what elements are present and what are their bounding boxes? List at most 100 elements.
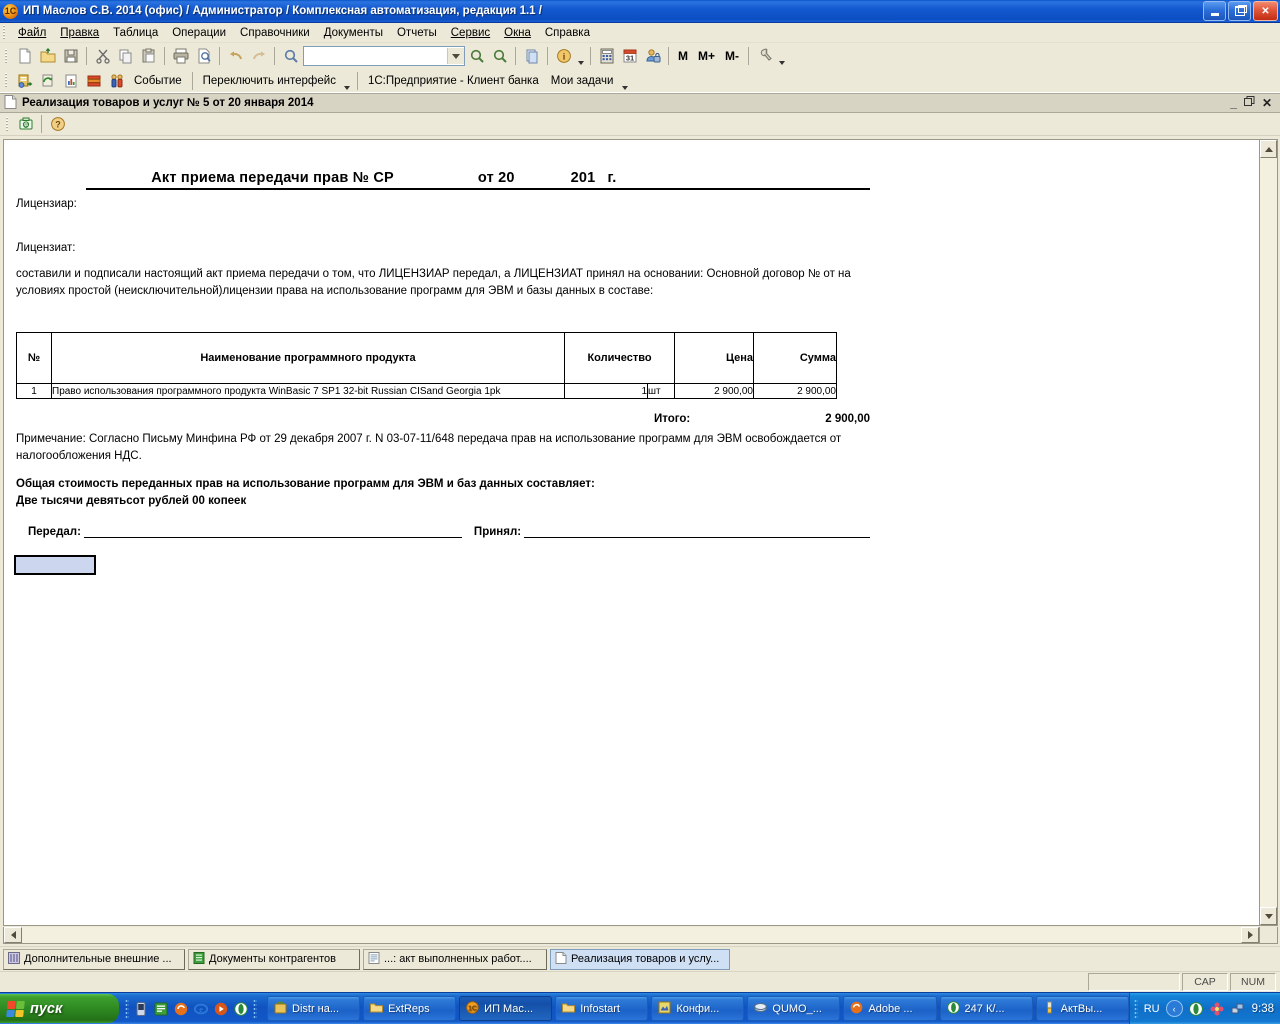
tools-dropdown-caret[interactable] [776, 43, 787, 69]
taskbar-button-qumo[interactable]: QUMO_... [747, 996, 841, 1021]
switch-interface-link[interactable]: Переключить интерфейс [197, 75, 342, 87]
menu-help[interactable]: Справка [538, 25, 597, 41]
horizontal-scroll-track[interactable] [22, 927, 1241, 943]
menu-file[interactable]: Файл [11, 25, 53, 41]
memory-subtract-button[interactable]: M- [720, 49, 744, 63]
internet-explorer-icon[interactable]: e [193, 1001, 209, 1017]
books-icon[interactable] [82, 70, 105, 92]
scroll-up-button[interactable] [1260, 140, 1277, 158]
quick-launch-grip[interactable] [125, 998, 129, 1019]
calculator-icon[interactable] [595, 45, 618, 67]
horizontal-scrollbar[interactable] [3, 927, 1260, 944]
mdi-restore-button[interactable] [1243, 96, 1255, 110]
clock[interactable]: 9:38 [1252, 1003, 1274, 1015]
menu-edit[interactable]: Правка [53, 25, 106, 41]
window-button-act-report[interactable]: ...: акт выполненных работ.... [363, 948, 547, 970]
my-tasks-link[interactable]: Мои задачи [545, 75, 620, 87]
media-icon[interactable] [213, 1001, 229, 1017]
memory-recall-button[interactable]: M [673, 49, 693, 63]
menu-table[interactable]: Таблица [106, 25, 165, 41]
bank-client-link[interactable]: 1С:Предприятие - Клиент банка [362, 75, 545, 87]
mdi-close-button[interactable]: ✕ [1262, 96, 1272, 110]
new-document-icon[interactable] [13, 45, 36, 67]
selected-cell[interactable] [14, 555, 96, 575]
scroll-left-button[interactable] [4, 927, 22, 943]
menu-operations[interactable]: Операции [165, 25, 233, 41]
document-canvas[interactable]: Акт приема передачи прав № СР от 20 201 г. … [3, 139, 1260, 926]
copy-link-icon[interactable] [520, 45, 543, 67]
quick-launch-divider[interactable] [253, 998, 257, 1019]
toolbar2-grip[interactable] [4, 73, 10, 88]
opera-icon[interactable] [233, 1001, 249, 1017]
media-player-icon[interactable] [133, 1001, 149, 1017]
firefox-icon[interactable] [173, 1001, 189, 1017]
maximize-button[interactable] [1228, 1, 1251, 21]
taskbar-button-akt[interactable]: АктВы... [1035, 996, 1129, 1021]
help-question-icon[interactable]: ? [46, 113, 69, 135]
window-button-external-processing[interactable]: Дополнительные внешние ... [3, 948, 185, 970]
mdi-minimize-button[interactable]: _ [1230, 96, 1237, 110]
green-note-icon[interactable] [153, 1001, 169, 1017]
mdi-toolbar-grip[interactable] [5, 116, 11, 132]
refresh-icon[interactable] [36, 70, 59, 92]
menu-documents[interactable]: Документы [317, 25, 390, 41]
save-print-form-icon[interactable]: @ [14, 113, 37, 135]
menu-catalogs[interactable]: Справочники [233, 25, 317, 41]
vertical-scrollbar[interactable] [1260, 139, 1278, 926]
memory-add-button[interactable]: M+ [693, 49, 720, 63]
people-icon[interactable] [105, 70, 128, 92]
find-prev-icon[interactable] [488, 45, 511, 67]
switch-interface-caret[interactable] [342, 68, 353, 94]
print-icon[interactable] [169, 45, 192, 67]
search-input[interactable] [304, 48, 447, 64]
undo-arrow-icon[interactable] [224, 45, 247, 67]
tray-grip[interactable] [1133, 998, 1138, 1019]
report-chart-icon[interactable] [59, 70, 82, 92]
redo-arrow-icon[interactable] [247, 45, 270, 67]
info-dropdown-caret[interactable] [575, 43, 586, 69]
taskbar-button-1c[interactable]: 1C ИП Мас... [459, 996, 553, 1021]
taskbar-button-adobe[interactable]: Adobe ... [843, 996, 937, 1021]
scroll-down-button[interactable] [1260, 907, 1277, 925]
transferred-signature-line[interactable] [83, 524, 462, 538]
menu-windows[interactable]: Окна [497, 25, 538, 41]
event-link[interactable]: Событие [128, 75, 188, 87]
menubar-grip[interactable] [2, 25, 8, 40]
cut-scissors-icon[interactable] [91, 45, 114, 67]
taskbar-button-extreps[interactable]: ExtReps [363, 996, 457, 1021]
close-button[interactable]: ✕ [1253, 1, 1278, 21]
toolbar-grip[interactable] [4, 48, 10, 64]
taskbar-button-opera[interactable]: 247 К/... [939, 996, 1033, 1021]
toolbar2-overflow-caret[interactable] [619, 68, 630, 94]
taskbar-button-config[interactable]: Конфи... [651, 996, 745, 1021]
calendar-icon[interactable]: 31 [618, 45, 641, 67]
info-icon[interactable]: i [552, 45, 575, 67]
vertical-scroll-track[interactable] [1260, 158, 1277, 907]
save-diskette-icon[interactable] [59, 45, 82, 67]
search-combobox[interactable] [303, 46, 465, 66]
menu-service[interactable]: Сервис [444, 25, 497, 41]
flower-icon[interactable] [1210, 1001, 1225, 1016]
window-button-counterparty-docs[interactable]: Документы контрагентов [188, 948, 360, 970]
minimize-button[interactable] [1203, 1, 1226, 21]
accepted-signature-line[interactable] [524, 524, 870, 538]
taskbar-button-infostart[interactable]: Infostart [555, 996, 649, 1021]
start-button[interactable]: пуск [0, 994, 119, 1023]
language-indicator[interactable]: RU [1144, 1003, 1160, 1015]
paste-clipboard-icon[interactable] [137, 45, 160, 67]
taskbar-button-distr[interactable]: Distr на... [267, 996, 361, 1021]
network-icon[interactable] [1231, 1001, 1246, 1016]
active-users-icon[interactable] [13, 70, 36, 92]
copy-icon[interactable] [114, 45, 137, 67]
user-accounts-icon[interactable] [641, 45, 664, 67]
chevron-down-icon[interactable] [447, 48, 464, 64]
opera-tray-icon[interactable] [1189, 1001, 1204, 1016]
scroll-right-button[interactable] [1241, 927, 1259, 943]
show-hidden-icon[interactable]: ‹ [1165, 1000, 1183, 1017]
find-magnifier-icon[interactable] [279, 45, 302, 67]
print-preview-icon[interactable] [192, 45, 215, 67]
window-button-sales-document[interactable]: Реализация товаров и услу... [550, 948, 730, 970]
find-next-icon[interactable] [465, 45, 488, 67]
tools-wrench-icon[interactable] [753, 45, 776, 67]
open-folder-icon[interactable] [36, 45, 59, 67]
